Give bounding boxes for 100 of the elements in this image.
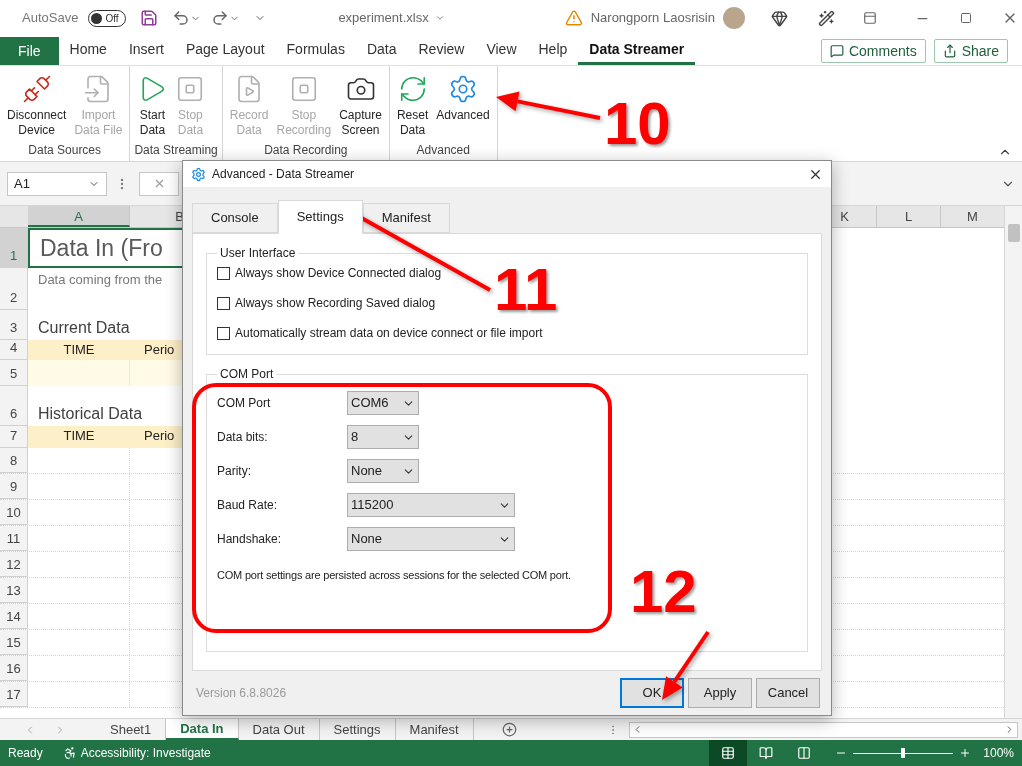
view-button[interactable] xyxy=(709,740,748,766)
ribbon-button[interactable]: Advanced xyxy=(433,74,493,141)
zoom-thumb[interactable] xyxy=(901,748,906,758)
checkbox-option[interactable]: Automatically stream data on device connect or file import xyxy=(217,324,797,342)
annotation-number: 10 xyxy=(604,92,671,156)
checkbox[interactable] xyxy=(217,296,230,310)
share-button[interactable]: Share xyxy=(933,39,1008,63)
dropdown[interactable]: None xyxy=(347,527,515,551)
vertical-scrollbar[interactable] xyxy=(1004,206,1022,718)
wand-icon[interactable] xyxy=(818,9,835,27)
ribbon-display-icon[interactable] xyxy=(863,11,877,25)
version-text: Version 6.8.8026 xyxy=(196,685,287,702)
ribbon-button[interactable]: Capture Screen xyxy=(336,74,385,141)
comment-icon xyxy=(829,44,844,58)
dialog-button[interactable]: Cancel xyxy=(756,678,820,708)
annotation-number: 12 xyxy=(630,560,697,624)
row-header[interactable]: 3 xyxy=(0,310,28,340)
field-label: Parity: xyxy=(217,463,252,480)
caret-icon[interactable] xyxy=(434,13,445,23)
sheet-tab[interactable]: Data In xyxy=(166,719,239,740)
ribbon-button[interactable]: Disconnect Device xyxy=(4,74,70,141)
dropdown[interactable]: COM6 xyxy=(347,391,419,415)
dialog-tab[interactable]: Settings xyxy=(277,200,363,234)
row-header[interactable]: 4 xyxy=(0,340,28,360)
ribbon-tab[interactable]: Data xyxy=(355,37,408,65)
dropdown[interactable]: 115200 xyxy=(347,493,515,517)
user-name: Narongporn Laosrisin xyxy=(590,9,715,28)
annotation-number: 11 xyxy=(494,258,558,322)
settings-icon xyxy=(191,166,206,182)
ribbon-tab[interactable]: View xyxy=(475,37,528,65)
warning-icon[interactable] xyxy=(564,9,583,27)
ribbon-tab[interactable]: Insert xyxy=(117,37,175,65)
row-header[interactable]: 16 xyxy=(0,656,28,681)
group-label: Advanced xyxy=(415,142,471,159)
diamond-icon[interactable] xyxy=(771,9,788,27)
table-header-cell: TIME xyxy=(28,426,130,448)
table-cell[interactable] xyxy=(28,360,130,386)
maximize-icon[interactable] xyxy=(960,12,972,24)
note-text: COM port settings are persisted across sessions for the selected COM port. xyxy=(217,568,572,583)
add-sheet-icon[interactable] xyxy=(501,722,517,737)
checkbox[interactable] xyxy=(217,326,230,340)
status-text: Ready xyxy=(8,745,43,762)
name-box[interactable]: A1 xyxy=(7,171,107,196)
table-header-cell: TIME xyxy=(28,340,130,360)
field-label: Baud Rate: xyxy=(217,497,279,514)
ribbon-button[interactable]: Reset Data xyxy=(393,74,432,141)
checkbox[interactable] xyxy=(217,266,230,280)
dialog-title: Advanced - Data Streamer xyxy=(212,166,355,183)
horizontal-scrollbar[interactable] xyxy=(628,721,1018,738)
group-label: Data Sources xyxy=(27,142,103,159)
ribbon-tab[interactable]: Page Layout xyxy=(174,37,276,65)
row-header[interactable]: 17 xyxy=(0,682,28,707)
file-tab[interactable]: File xyxy=(0,37,59,65)
row-header[interactable]: 13 xyxy=(0,578,28,603)
field-label: COM Port xyxy=(217,395,272,412)
row-header[interactable]: 8 xyxy=(0,448,28,473)
zoom-in-icon[interactable] xyxy=(959,747,972,759)
row-header[interactable]: 11 xyxy=(0,526,28,551)
dropdown[interactable]: 8 xyxy=(347,425,419,449)
comments-button[interactable]: Comments xyxy=(820,39,926,63)
avatar[interactable] xyxy=(723,7,745,29)
ribbon-tab[interactable]: Home xyxy=(58,37,118,65)
row-header[interactable]: 6 xyxy=(0,386,28,426)
dialog-tab[interactable]: Manifest xyxy=(362,203,450,233)
row-header[interactable]: 10 xyxy=(0,500,28,525)
row-header[interactable]: 9 xyxy=(0,474,28,499)
ribbon-tab[interactable]: Help xyxy=(527,37,579,65)
zoom-slider[interactable] xyxy=(853,748,954,758)
row-header[interactable]: 5 xyxy=(0,360,28,386)
dropdown[interactable]: None xyxy=(347,459,419,483)
row-header[interactable]: 2 xyxy=(0,268,28,310)
dialog-button[interactable]: Apply xyxy=(688,678,752,708)
normal-view-icon xyxy=(721,746,736,760)
ribbon-button[interactable]: Start Data xyxy=(134,74,171,141)
row-header[interactable]: 14 xyxy=(0,604,28,629)
unplug-icon xyxy=(21,74,52,104)
group-label: Data Streaming xyxy=(134,142,218,159)
autosave-label: AutoSave xyxy=(22,9,79,28)
save-icon[interactable] xyxy=(140,9,159,27)
row-header[interactable]: 1 xyxy=(0,228,28,268)
page-break-icon xyxy=(797,746,812,760)
undo-icon[interactable] xyxy=(172,9,191,27)
group-title: COM Port xyxy=(219,366,275,383)
accessibility-icon[interactable] xyxy=(62,746,77,760)
cancel-entry-field[interactable] xyxy=(139,171,179,196)
redo-icon[interactable] xyxy=(211,9,230,27)
column-header[interactable]: L xyxy=(876,206,940,227)
ribbon-tab[interactable]: Review xyxy=(407,37,476,65)
row-header[interactable]: 15 xyxy=(0,630,28,655)
autosave-toggle[interactable]: Off xyxy=(88,9,127,27)
zoom-level[interactable]: 100% xyxy=(983,744,1014,762)
row-header[interactable]: 12 xyxy=(0,552,28,577)
row-header[interactable]: 7 xyxy=(0,426,28,448)
dialog-tab[interactable]: Console xyxy=(192,203,278,233)
file-name: experiment.xlsx xyxy=(338,9,429,28)
ribbon-tab[interactable]: Formulas xyxy=(275,37,356,65)
accessibility-status[interactable]: Accessibility: Investigate xyxy=(80,744,211,762)
section-heading: Historical Data xyxy=(37,404,143,424)
column-header[interactable]: A xyxy=(28,206,130,227)
field-label: Handshake: xyxy=(217,531,283,548)
